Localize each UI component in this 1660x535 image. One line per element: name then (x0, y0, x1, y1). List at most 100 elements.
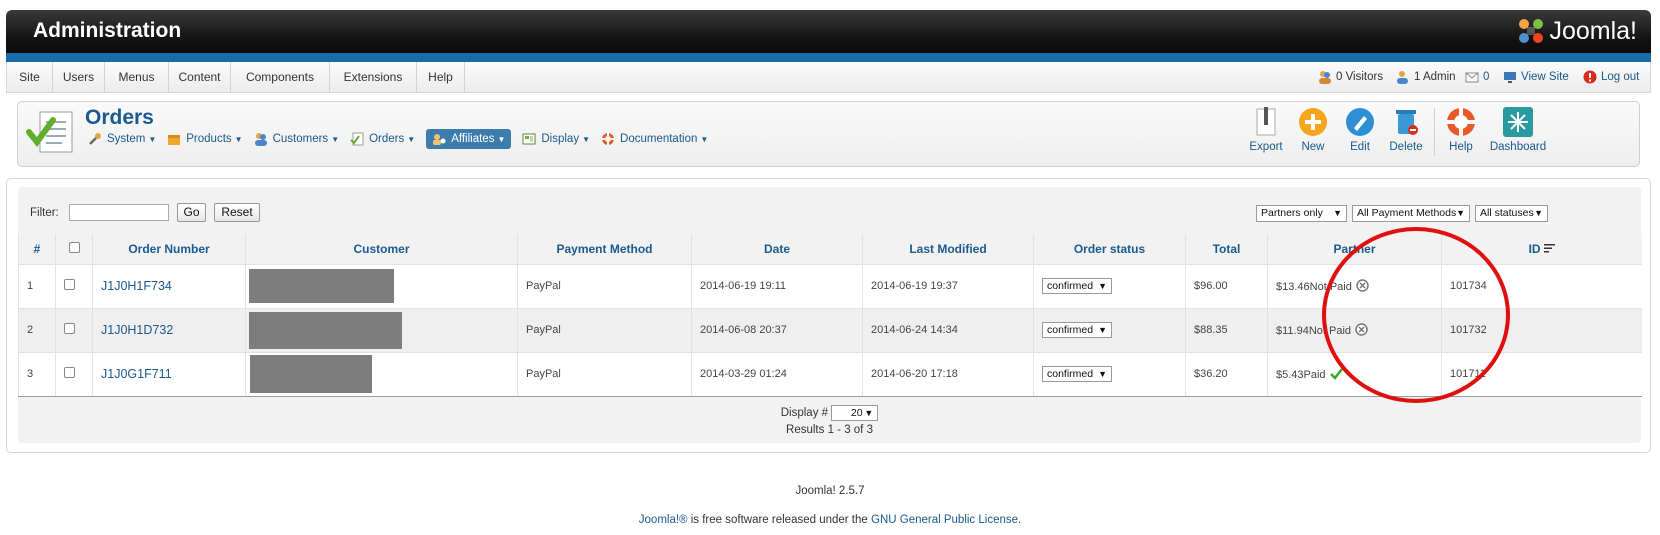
row-select (55, 307, 93, 352)
logout-icon (1583, 70, 1597, 84)
row-select (55, 351, 93, 397)
display-limit-select[interactable]: 20 ▼ (831, 405, 879, 421)
submenu-affiliates[interactable]: Affiliates ▼ (426, 129, 512, 149)
row-checkbox[interactable] (64, 279, 75, 290)
partner-cell: $13.46Not Paid (1267, 263, 1442, 308)
order-number-link[interactable]: J1J0G1F711 (101, 367, 172, 381)
chevron-down-icon: ▼ (1098, 325, 1107, 335)
export-button[interactable]: Export (1241, 106, 1291, 153)
row-checkbox[interactable] (64, 323, 75, 334)
col-total[interactable]: Total (1185, 234, 1268, 264)
orders-table: # Order Number Customer Payment Method D… (18, 234, 1642, 397)
submenu-orders-label: Orders (369, 133, 405, 145)
order-date: 2014-06-08 20:37 (691, 307, 863, 352)
col-customer[interactable]: Customer (245, 234, 518, 264)
chevron-down-icon: ▼ (700, 134, 709, 144)
chevron-down-icon: ▼ (148, 134, 157, 144)
col-id[interactable]: ID (1441, 234, 1642, 264)
footer-version: Joomla! 2.5.7 (795, 485, 865, 497)
order-total: $36.20 (1185, 351, 1268, 397)
menu-menus[interactable]: Menus (105, 62, 169, 92)
submenu-documentation-label: Documentation (620, 133, 698, 145)
paid-check-icon[interactable] (1329, 367, 1343, 380)
submenu-customers[interactable]: Customers ▼ (254, 129, 340, 149)
submenu-documentation[interactable]: Documentation ▼ (601, 129, 708, 149)
joomla-logo-icon (1519, 19, 1544, 43)
order-number-link[interactable]: J1J0H1D732 (101, 323, 173, 337)
menu-components[interactable]: Components (231, 62, 330, 92)
display-limit-value: 20 (850, 407, 863, 419)
not-paid-icon[interactable] (1356, 279, 1369, 292)
joomla-logo-text: Joomla! (1549, 16, 1637, 45)
delete-button[interactable]: Delete (1381, 106, 1431, 153)
order-status-value: confirmed (1047, 324, 1094, 336)
dashboard-button[interactable]: Dashboard (1489, 106, 1547, 153)
gpl-link[interactable]: GNU General Public License (871, 514, 1018, 526)
pencil-icon (1346, 108, 1374, 136)
table-row: 2 J1J0H1D732 PayPal 2014-06-08 20:37 201… (18, 307, 1642, 352)
help-label: Help (1449, 141, 1473, 153)
order-id: 101732 (1441, 307, 1642, 352)
display-icon (522, 133, 536, 145)
col-order-number[interactable]: Order Number (92, 234, 246, 264)
new-button[interactable]: New (1288, 106, 1338, 153)
partner-amount: $13.46 (1276, 281, 1310, 293)
edit-button[interactable]: Edit (1335, 106, 1385, 153)
chevron-down-icon: ▼ (331, 134, 340, 144)
sort-desc-icon (1543, 243, 1555, 253)
submenu-products[interactable]: Products ▼ (167, 129, 243, 149)
col-payment-method[interactable]: Payment Method (517, 234, 692, 264)
order-number-link[interactable]: J1J0H1F734 (101, 279, 172, 293)
not-paid-icon[interactable] (1355, 323, 1368, 336)
logout-label: Log out (1601, 71, 1640, 83)
filter-input[interactable] (69, 204, 169, 221)
payment-method: PayPal (517, 263, 692, 308)
chevron-down-icon: ▼ (234, 134, 243, 144)
customer-redacted (249, 311, 402, 349)
menu-content[interactable]: Content (169, 62, 231, 92)
page-title: Orders (85, 106, 154, 129)
submenu-affiliates-label: Affiliates (451, 133, 495, 145)
order-status-select[interactable]: confirmed ▼ (1042, 278, 1112, 294)
filter-reset-button[interactable]: Reset (214, 203, 260, 222)
partners-select[interactable]: Partners only ▼ (1256, 205, 1347, 222)
order-status-select[interactable]: confirmed ▼ (1042, 322, 1112, 338)
submenu-display[interactable]: Display ▼ (522, 129, 590, 149)
row-checkbox[interactable] (64, 367, 75, 378)
export-label: Export (1249, 141, 1283, 153)
trash-icon (1396, 110, 1418, 135)
order-total: $96.00 (1185, 263, 1268, 308)
orders-toolbar-panel: Orders System ▼ Products ▼ Customers ▼ Orde… (17, 101, 1640, 167)
payment-methods-select[interactable]: All Payment Methods ▼ (1352, 205, 1470, 222)
view-site-link[interactable]: View Site (1503, 68, 1569, 86)
license-end: . (1018, 514, 1022, 526)
messages-status[interactable]: 0 (1465, 68, 1489, 86)
logout-link[interactable]: Log out (1583, 68, 1639, 86)
filter-go-button[interactable]: Go (177, 203, 206, 222)
menu-extensions[interactable]: Extensions (330, 62, 417, 92)
col-last-modified[interactable]: Last Modified (862, 234, 1034, 264)
row-select (55, 263, 93, 308)
chevron-down-icon: ▼ (407, 134, 416, 144)
col-order-status[interactable]: Order status (1033, 234, 1186, 264)
chevron-down-icon: ▼ (864, 408, 874, 418)
menu-users[interactable]: Users (53, 62, 105, 92)
edit-label: Edit (1350, 141, 1370, 153)
statuses-select[interactable]: All statuses ▼ (1475, 205, 1548, 222)
order-status-select[interactable]: confirmed ▼ (1042, 366, 1112, 382)
row-num: 3 (18, 351, 56, 397)
admins-status: 1 Admin (1396, 68, 1456, 86)
col-select-all (55, 234, 93, 264)
help-button[interactable]: Help (1436, 106, 1486, 153)
submenu-system[interactable]: System ▼ (88, 129, 156, 149)
admins-icon (1397, 71, 1408, 84)
select-all-checkbox[interactable] (68, 241, 80, 253)
menu-site[interactable]: Site (7, 62, 53, 92)
messages-icon (1465, 72, 1479, 83)
col-partner[interactable]: Partner (1267, 234, 1442, 264)
col-date[interactable]: Date (691, 234, 863, 264)
menu-help[interactable]: Help (417, 62, 465, 92)
joomla-link[interactable]: Joomla!® (639, 514, 688, 526)
partner-status: Not Paid (1308, 325, 1352, 337)
submenu-orders[interactable]: Orders ▼ (350, 129, 415, 149)
